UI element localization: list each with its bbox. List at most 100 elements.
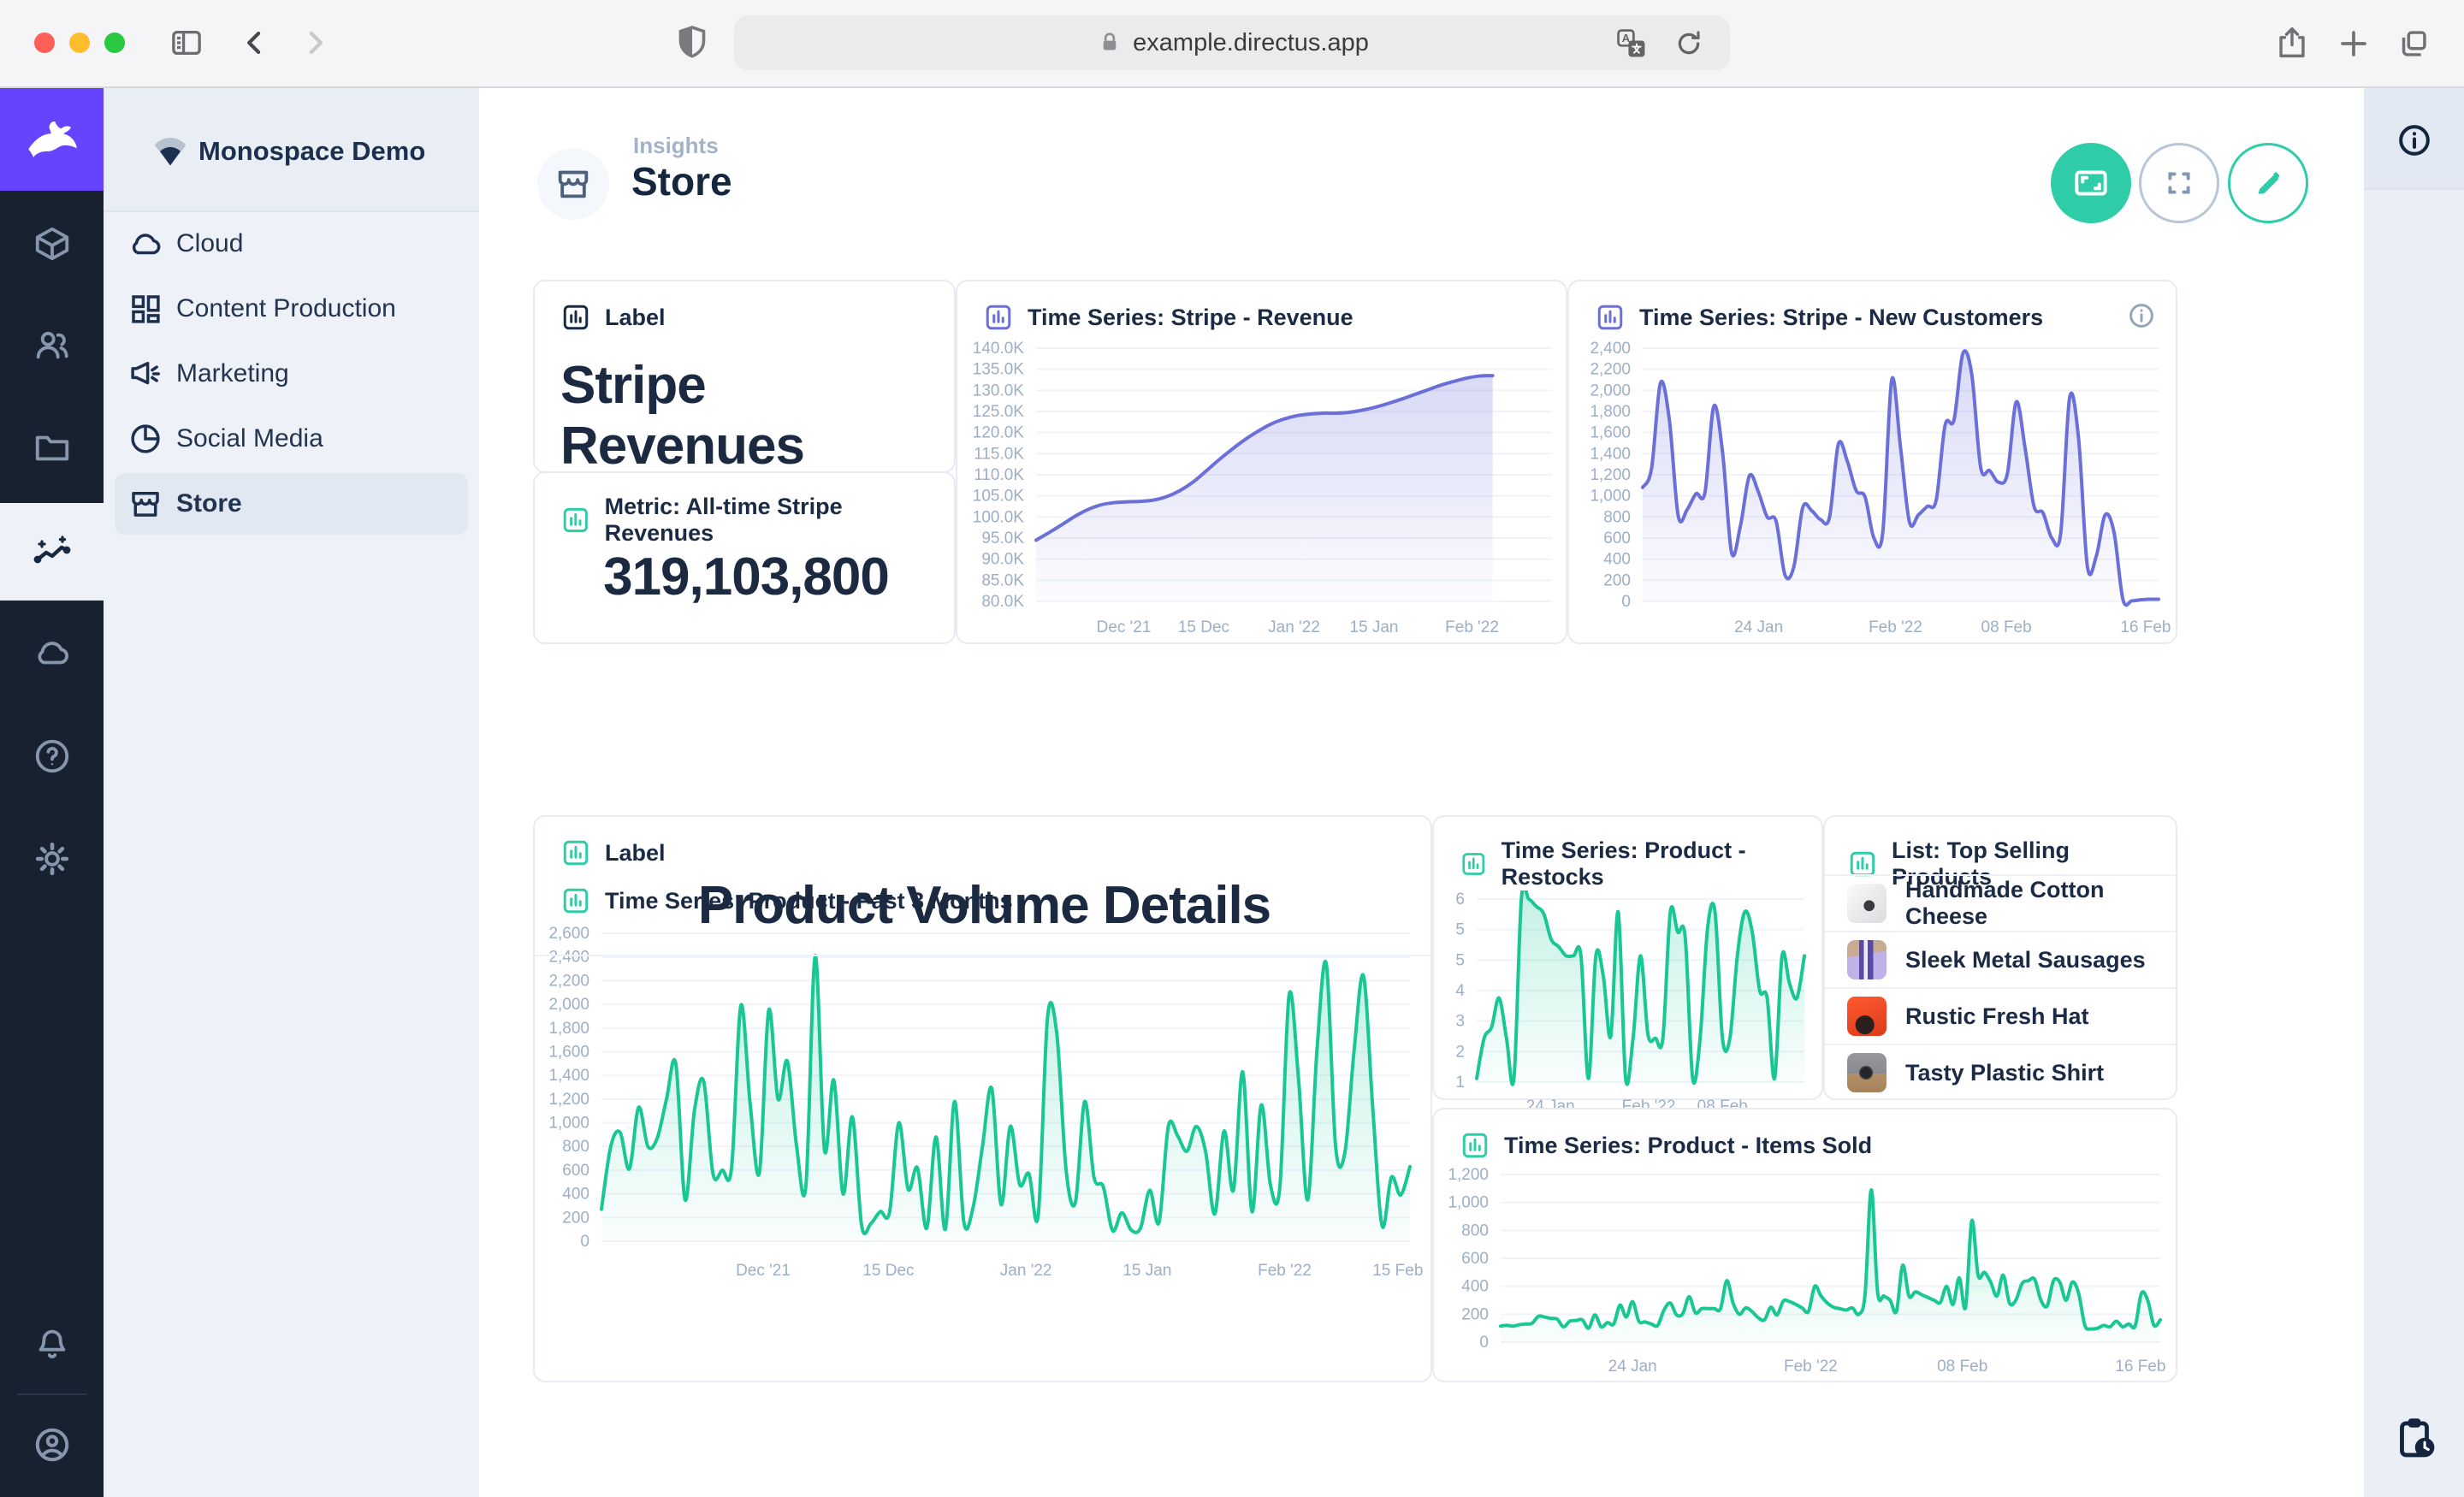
account-icon <box>32 1424 73 1465</box>
svg-text:1,800: 1,800 <box>548 1020 589 1038</box>
svg-text:4: 4 <box>1455 982 1465 1000</box>
grid-icon <box>115 291 176 327</box>
folder-icon <box>33 428 72 467</box>
module-settings[interactable] <box>0 826 104 891</box>
svg-text:15 Jan: 15 Jan <box>1122 1262 1171 1280</box>
svg-text:2,000: 2,000 <box>1590 382 1631 399</box>
edit-button[interactable] <box>2228 143 2308 223</box>
address-bar[interactable]: example.directus.app A <box>734 15 1730 70</box>
url-text: example.directus.app <box>1133 29 1369 57</box>
panel-metric: Metric: All-time Stripe Revenues 319,103… <box>533 471 956 644</box>
lock-icon <box>1095 28 1124 57</box>
info-sidebar-button[interactable] <box>2395 121 2434 160</box>
fullscreen-icon <box>2159 163 2200 204</box>
traffic-zoom[interactable] <box>104 33 125 53</box>
account-button[interactable] <box>0 1412 104 1477</box>
panel-stripe-revenue: Time Series: Stripe - Revenue 140.0K135.… <box>956 280 1567 644</box>
svg-text:1,200: 1,200 <box>548 1091 589 1109</box>
svg-text:16 Feb: 16 Feb <box>2120 618 2171 636</box>
tabs-overview-icon[interactable] <box>2394 24 2433 63</box>
page-title: Store <box>631 158 732 204</box>
box-icon <box>33 224 72 263</box>
svg-text:1,200: 1,200 <box>1590 466 1631 484</box>
new-customers-chart[interactable]: 2,4002,2002,0001,8001,6001,4001,2001,000… <box>1569 333 2176 641</box>
sidebar-item-label: Content Production <box>176 294 396 323</box>
sidebar-toggle-icon[interactable] <box>168 24 205 62</box>
main-content: Insights Store Label Stripe Revenues <box>479 88 2364 1497</box>
module-bar <box>0 88 104 1497</box>
module-collections[interactable] <box>0 211 104 276</box>
svg-text:800: 800 <box>1603 508 1631 526</box>
items-sold-chart[interactable]: 1,2001,000800600400200024 JanFeb '2208 F… <box>1434 1161 2176 1380</box>
svg-text:800: 800 <box>562 1138 589 1156</box>
present-button[interactable] <box>2051 143 2131 223</box>
panel-icon <box>560 837 591 868</box>
list-item[interactable]: Rustic Fresh Hat <box>1825 987 2176 1044</box>
notifications-button[interactable] <box>0 1311 104 1376</box>
sidebar-item-store[interactable]: Store <box>115 473 468 535</box>
sidebar-item-marketing[interactable]: Marketing <box>115 343 468 405</box>
list-item[interactable]: Sleek Metal Sausages <box>1825 931 2176 987</box>
svg-text:1,200: 1,200 <box>1448 1166 1489 1184</box>
svg-text:125.0K: 125.0K <box>973 403 1025 421</box>
list-item[interactable]: Tasty Plastic Shirt <box>1825 1044 2176 1100</box>
breadcrumb[interactable]: Insights <box>633 133 719 159</box>
directus-logo[interactable] <box>0 88 104 191</box>
module-help[interactable] <box>0 724 104 789</box>
module-files[interactable] <box>0 415 104 480</box>
svg-text:Feb '22: Feb '22 <box>1258 1262 1312 1280</box>
panel-info-button[interactable] <box>2126 300 2157 331</box>
modulebar-divider <box>17 1393 86 1395</box>
module-users[interactable] <box>0 313 104 378</box>
cloud-icon <box>115 226 176 262</box>
svg-text:1,800: 1,800 <box>1590 403 1631 421</box>
svg-text:2,200: 2,200 <box>1590 361 1631 379</box>
storefront-icon <box>115 486 176 522</box>
past-3-months-chart[interactable]: 2,6002,4002,2002,0001,8001,6001,4001,200… <box>535 921 1430 1284</box>
forward-icon[interactable] <box>296 24 334 62</box>
traffic-minimize[interactable] <box>69 33 90 53</box>
activity-sidebar-button[interactable] <box>2390 1412 2439 1462</box>
module-insights[interactable] <box>0 503 104 601</box>
translate-icon[interactable]: A <box>1615 27 1648 60</box>
shield-icon[interactable] <box>672 22 713 63</box>
svg-text:1,600: 1,600 <box>548 1043 589 1061</box>
traffic-close[interactable] <box>34 33 55 53</box>
back-icon[interactable] <box>236 24 274 62</box>
revenue-chart[interactable]: 140.0K135.0K130.0K125.0K120.0K115.0K110.… <box>957 333 1566 641</box>
megaphone-icon <box>115 356 176 392</box>
product-name: Tasty Plastic Shirt <box>1905 1060 2104 1086</box>
svg-text:15 Dec: 15 Dec <box>862 1262 914 1280</box>
svg-text:Feb '22: Feb '22 <box>1445 618 1499 636</box>
sidebar-item-social-media[interactable]: Social Media <box>115 408 468 470</box>
svg-text:1,000: 1,000 <box>548 1115 589 1133</box>
list-item[interactable]: Handmade Cotton Cheese <box>1825 874 2176 931</box>
fullscreen-button[interactable] <box>2139 143 2219 223</box>
panel-divider <box>535 955 1430 956</box>
svg-text:Dec '21: Dec '21 <box>1097 618 1152 636</box>
svg-text:120.0K: 120.0K <box>973 424 1025 442</box>
svg-text:1,000: 1,000 <box>1448 1194 1489 1212</box>
restocks-chart[interactable]: 655432124 JanFeb '2208 Feb <box>1434 891 1821 1120</box>
info-icon <box>2126 300 2157 331</box>
new-tab-icon[interactable] <box>2334 24 2373 63</box>
panel-title: Time Series: Stripe - Revenue <box>1028 305 1353 331</box>
reload-icon[interactable] <box>1672 27 1706 61</box>
project-header[interactable]: Monospace Demo <box>104 88 479 212</box>
clipboard-clock-icon <box>2390 1412 2439 1462</box>
svg-text:400: 400 <box>562 1186 589 1204</box>
svg-text:6: 6 <box>1455 891 1465 908</box>
svg-text:15 Feb: 15 Feb <box>1372 1262 1423 1280</box>
project-sidebar: Monospace Demo Cloud Content Production … <box>104 88 479 1497</box>
svg-text:08 Feb: 08 Feb <box>1937 1358 1987 1376</box>
panel-icon <box>1460 1130 1490 1161</box>
svg-text:0: 0 <box>1479 1334 1489 1352</box>
project-name: Monospace Demo <box>198 136 425 167</box>
sidebar-item-content-production[interactable]: Content Production <box>115 278 468 340</box>
share-icon[interactable] <box>2272 24 2312 63</box>
module-cloud[interactable] <box>0 620 104 685</box>
svg-text:1: 1 <box>1455 1074 1465 1092</box>
svg-text:5: 5 <box>1455 921 1465 939</box>
svg-text:1,400: 1,400 <box>548 1067 589 1085</box>
sidebar-item-cloud[interactable]: Cloud <box>115 213 468 275</box>
